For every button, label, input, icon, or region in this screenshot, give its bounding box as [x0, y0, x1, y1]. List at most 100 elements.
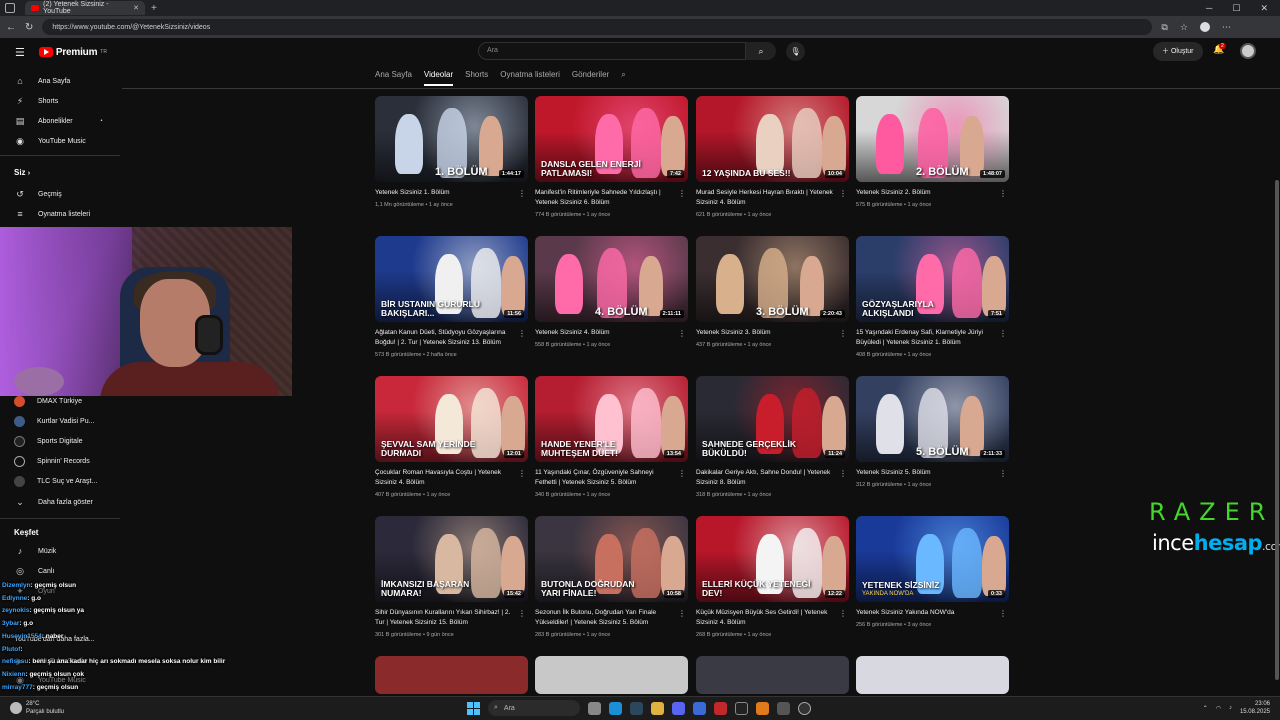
video-title[interactable]: Küçük Müzisyen Büyük Ses Getirdi! | Yete… — [696, 608, 836, 628]
start-button[interactable] — [467, 701, 480, 715]
more-options-icon[interactable]: ⋮ — [839, 609, 847, 618]
extensions-icon[interactable]: ⧉ — [1161, 22, 1167, 33]
video-card[interactable]: DANSLA GELEN ENERJİ PATLAMASI! 7:42 Mani… — [535, 96, 688, 231]
video-card[interactable]: SAHNEDE GERÇEKLİK BÜKÜLDÜ! 11:24 Dakikal… — [696, 376, 849, 511]
video-title[interactable]: Yetenek Sizsiniz 3. Bölüm — [696, 328, 836, 338]
favorites-icon[interactable]: ☆ — [1180, 22, 1188, 33]
scrollbar-thumb[interactable] — [1275, 180, 1279, 680]
more-options-icon[interactable]: ⋮ — [678, 189, 686, 198]
sidebar-channel-2[interactable]: Sports Digitale — [14, 436, 83, 447]
video-thumbnail[interactable]: 5. BÖLÜM 2:11:33 — [856, 376, 1009, 462]
video-thumbnail[interactable]: HANDE YENER'LE MUHTEŞEM DÜET! 13:54 — [535, 376, 688, 462]
video-title[interactable]: Yetenek Sizsiniz 5. Bölüm — [856, 468, 996, 478]
voice-search-icon[interactable]: 🎙 — [786, 42, 805, 61]
sidebar-channel-4[interactable]: TLC Suç ve Araşt... — [14, 476, 97, 487]
video-thumbnail[interactable]: 4. BÖLÜM 2:11:11 — [535, 236, 688, 322]
more-icon[interactable]: ⋯ — [1222, 22, 1231, 33]
more-options-icon[interactable]: ⋮ — [678, 609, 686, 618]
discord-icon[interactable] — [672, 701, 685, 715]
vlc-icon[interactable] — [756, 701, 769, 715]
video-card[interactable]: ELLERİ KÜÇÜK YETENEĞİ DEV! 12:22 Küçük M… — [696, 516, 849, 651]
mail-icon[interactable] — [693, 701, 706, 715]
steam-icon[interactable] — [630, 701, 643, 715]
reload-icon[interactable]: ↻ — [25, 22, 33, 33]
video-thumbnail[interactable]: 2. BÖLÜM 1:48:07 — [856, 96, 1009, 182]
you-heading[interactable]: Siz › — [14, 168, 30, 177]
video-card[interactable]: 4. BÖLÜM 2:11:11 Yetenek Sizsiniz 4. Böl… — [535, 236, 688, 371]
volume-icon[interactable]: ♪ — [1229, 705, 1232, 711]
tab-posts[interactable]: Gönderiler — [572, 70, 609, 86]
taskbar-search[interactable]: ⌕ Ara — [488, 700, 580, 716]
video-thumbnail[interactable]: İMKANSIZI BAŞARAN NUMARA! 15:42 — [375, 516, 528, 602]
clock[interactable]: 23:06 15.08.2025 — [1240, 700, 1270, 716]
video-title[interactable]: Dakikalar Geriye Aktı, Sahne Dondu! | Ye… — [696, 468, 836, 488]
back-icon[interactable]: ← — [6, 22, 16, 33]
obs-icon[interactable] — [798, 701, 811, 715]
close-window-icon[interactable]: ✕ — [1260, 3, 1268, 14]
youtube-logo[interactable]: Premium TR — [38, 47, 107, 58]
weather-widget[interactable]: 28°C Parçalı bulutlu — [10, 700, 64, 716]
video-card[interactable]: BİR USTANIN GURURLU BAKIŞLARI... 11:56 A… — [375, 236, 528, 371]
tab-shorts[interactable]: Shorts — [465, 70, 488, 86]
show-more-button[interactable]: ⌄ Daha fazla göster — [14, 496, 93, 508]
more-options-icon[interactable]: ⋮ — [518, 329, 526, 338]
video-thumbnail[interactable]: ELLERİ KÜÇÜK YETENEĞİ DEV! 12:22 — [696, 516, 849, 602]
more-options-icon[interactable]: ⋮ — [999, 609, 1007, 618]
url-field[interactable]: https://www.youtube.com/@YetenekSizsiniz… — [42, 19, 1153, 35]
app-icon[interactable] — [714, 701, 727, 715]
video-card[interactable]: HANDE YENER'LE MUHTEŞEM DÜET! 13:54 11 Y… — [535, 376, 688, 511]
video-card[interactable]: ŞEVVAL SAM YERİNDE DURMADI 12:01 Çocukla… — [375, 376, 528, 511]
edge-icon[interactable] — [609, 701, 622, 715]
maximize-icon[interactable]: ☐ — [1232, 3, 1240, 14]
video-title[interactable]: Yetenek Sizsiniz Yakında NOW'da — [856, 608, 996, 618]
new-tab-icon[interactable]: + — [151, 3, 157, 14]
video-card[interactable]: BUTONLA DOĞRUDAN YARI FİNALE! 10:58 Sezo… — [535, 516, 688, 651]
video-card[interactable]: 3. BÖLÜM 2:20:43 Yetenek Sizsiniz 3. Böl… — [696, 236, 849, 371]
video-card[interactable]: 5. BÖLÜM 2:11:33 Yetenek Sizsiniz 5. Böl… — [856, 376, 1009, 511]
video-title[interactable]: Sezonun İlk Butonu, Doğrudan Yarı Finale… — [535, 608, 675, 628]
task-view-icon[interactable] — [588, 701, 601, 715]
create-button[interactable]: ＋ Oluştur — [1153, 42, 1203, 61]
video-thumbnail[interactable]: GÖZYAŞLARIYLA ALKIŞLANDI 7:51 — [856, 236, 1009, 322]
video-title[interactable]: Ağlatan Kanun Düeti, Stüdyoyu Gözyaşları… — [375, 328, 515, 348]
more-options-icon[interactable]: ⋮ — [999, 329, 1007, 338]
video-card[interactable]: 12 YAŞINDA BU SES!! 10:04 Murad Sesiyle … — [696, 96, 849, 231]
tray-chevron-icon[interactable]: ⌃ — [1203, 705, 1208, 712]
profile-icon[interactable] — [1199, 22, 1210, 32]
video-thumbnail[interactable] — [535, 656, 688, 694]
page-scrollbar[interactable] — [1274, 180, 1280, 680]
search-button[interactable]: ⌕ — [746, 42, 776, 60]
more-options-icon[interactable]: ⋮ — [999, 469, 1007, 478]
menu-icon[interactable]: ☰ — [15, 46, 25, 59]
video-thumbnail[interactable]: YETENEK SİZSİNİZ 0:33 YAKINDA NOW'DA — [856, 516, 1009, 602]
sidebar-channel-1[interactable]: Kurtlar Vadisi Pu... — [14, 416, 94, 427]
video-thumbnail[interactable]: SAHNEDE GERÇEKLİK BÜKÜLDÜ! 11:24 — [696, 376, 849, 462]
tab-home[interactable]: Ana Sayfa — [375, 70, 412, 86]
more-options-icon[interactable]: ⋮ — [678, 469, 686, 478]
video-thumbnail[interactable]: 3. BÖLÜM 2:20:43 — [696, 236, 849, 322]
video-title[interactable]: 15 Yaşındaki Erdenay Safi, Klarnetiyle J… — [856, 328, 996, 348]
video-thumbnail[interactable]: BUTONLA DOĞRUDAN YARI FİNALE! 10:58 — [535, 516, 688, 602]
close-tab-icon[interactable]: ✕ — [133, 4, 139, 12]
capcut-icon[interactable] — [735, 701, 748, 715]
sidebar-item-subscriptions[interactable]: ▤ Abonelikler • — [14, 115, 103, 127]
video-title[interactable]: Manifest'in Ritimleriyle Sahnede Yıldızl… — [535, 188, 675, 208]
video-thumbnail[interactable] — [856, 656, 1009, 694]
video-title[interactable]: Yetenek Sizsiniz 4. Bölüm — [535, 328, 675, 338]
video-thumbnail[interactable]: 1. BÖLÜM 1:44:17 — [375, 96, 528, 182]
video-title[interactable]: Murad Sesiyle Herkesi Hayran Bıraktı | Y… — [696, 188, 836, 208]
video-thumbnail[interactable] — [375, 656, 528, 694]
more-options-icon[interactable]: ⋮ — [839, 329, 847, 338]
sidebar-item-home[interactable]: ⌂ Ana Sayfa — [14, 75, 70, 87]
sidebar-item-shorts[interactable]: ⚡ Shorts — [14, 95, 58, 107]
app-icon-2[interactable] — [777, 701, 790, 715]
video-thumbnail[interactable]: 12 YAŞINDA BU SES!! 10:04 — [696, 96, 849, 182]
tab-playlists[interactable]: Oynatma listeleri — [500, 70, 560, 86]
video-card[interactable]: YETENEK SİZSİNİZ 0:33 YAKINDA NOW'DA Yet… — [856, 516, 1009, 651]
sidebar-item-history[interactable]: ↺ Geçmiş — [14, 188, 62, 200]
file-explorer-icon[interactable] — [651, 701, 664, 715]
sidebar-item-music[interactable]: ◉ YouTube Music — [14, 135, 86, 147]
more-options-icon[interactable]: ⋮ — [678, 329, 686, 338]
video-card[interactable]: 1. BÖLÜM 1:44:17 Yetenek Sizsiniz 1. Böl… — [375, 96, 528, 231]
browser-tab[interactable]: (2) Yetenek Sizsiniz - YouTube ✕ — [25, 1, 145, 15]
